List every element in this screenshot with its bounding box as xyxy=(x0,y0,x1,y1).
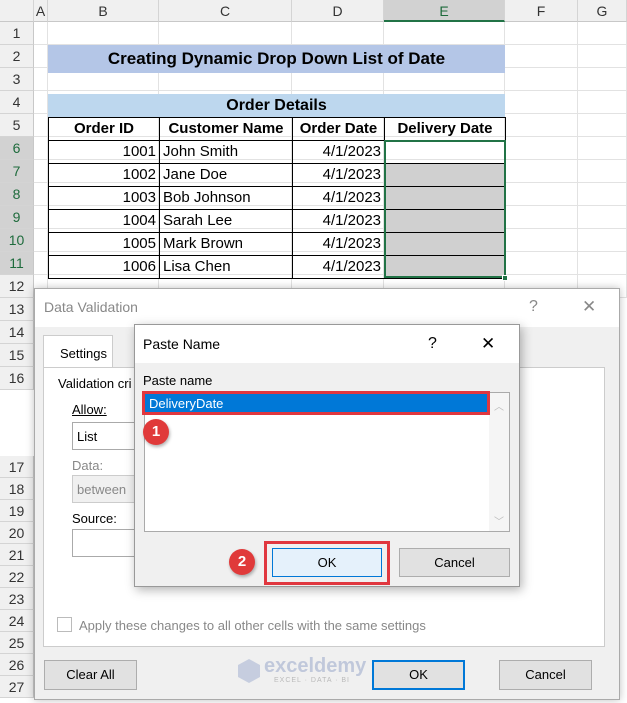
row-header-2[interactable]: 2 xyxy=(0,45,34,68)
row-header-3[interactable]: 3 xyxy=(0,68,34,91)
column-header-cell[interactable]: Order ID xyxy=(48,117,160,141)
column-header-d[interactable]: D xyxy=(292,0,384,22)
table-cell[interactable]: Bob Johnson xyxy=(159,186,293,210)
row-header-1[interactable]: 1 xyxy=(0,22,34,45)
row-header-6[interactable]: 6 xyxy=(0,137,34,160)
listbox-scrollbar[interactable]: ︿ ﹀ xyxy=(489,393,509,531)
table-cell[interactable]: 4/1/2023 xyxy=(292,163,385,187)
row-header-10[interactable]: 10 xyxy=(0,229,34,252)
table-cell[interactable]: 4/1/2023 xyxy=(292,186,385,210)
dialog-title: Data Validation xyxy=(44,299,138,315)
allow-label: Allow: xyxy=(72,402,107,417)
table-cell[interactable]: 4/1/2023 xyxy=(292,140,385,164)
tab-settings[interactable]: Settings xyxy=(43,335,113,368)
row-header-25[interactable]: 25 xyxy=(0,632,34,654)
table-cell[interactable]: 1002 xyxy=(48,163,160,187)
row-header-20[interactable]: 20 xyxy=(0,522,34,544)
row-header-4[interactable]: 4 xyxy=(0,91,34,114)
column-header-b[interactable]: B xyxy=(48,0,159,22)
select-all-corner[interactable] xyxy=(0,0,34,22)
scroll-up-icon[interactable]: ︿ xyxy=(489,398,509,413)
close-icon[interactable]: ✕ xyxy=(582,297,596,317)
row-header-21[interactable]: 21 xyxy=(0,544,34,566)
column-header-f[interactable]: F xyxy=(505,0,578,22)
grid-col xyxy=(577,22,578,288)
row-header-8[interactable]: 8 xyxy=(0,183,34,206)
step-badge-2: 2 xyxy=(229,549,255,575)
scroll-down-icon[interactable]: ﹀ xyxy=(489,513,509,528)
ok-button[interactable]: OK xyxy=(372,660,465,690)
row-header-17[interactable]: 17 xyxy=(0,456,34,478)
row-header-14[interactable]: 14 xyxy=(0,321,34,344)
row-header-23[interactable]: 23 xyxy=(0,588,34,610)
data-label: Data: xyxy=(72,458,104,473)
highlight-box-name xyxy=(142,391,490,415)
apply-all-checkbox[interactable] xyxy=(57,617,72,632)
column-header-cell[interactable]: Delivery Date xyxy=(384,117,506,141)
data-select[interactable]: between xyxy=(72,475,142,503)
selection-range xyxy=(384,140,506,278)
table-cell[interactable]: Mark Brown xyxy=(159,232,293,256)
close-icon[interactable]: ✕ xyxy=(481,334,495,354)
table-cell[interactable]: 4/1/2023 xyxy=(292,255,385,279)
cancel-button[interactable]: Cancel xyxy=(499,660,592,690)
row-header-18[interactable]: 18 xyxy=(0,478,34,500)
watermark-name: exceldemy xyxy=(264,655,367,677)
column-header-cell[interactable]: Order Date xyxy=(292,117,385,141)
table-cell[interactable]: 1006 xyxy=(48,255,160,279)
row-header-9[interactable]: 9 xyxy=(0,206,34,229)
paste-name-titlebar: Paste Name ? ✕ xyxy=(135,325,519,363)
table-cell[interactable]: Lisa Chen xyxy=(159,255,293,279)
row-header-22[interactable]: 22 xyxy=(0,566,34,588)
table-caption: Order Details xyxy=(48,94,505,117)
table-cell[interactable]: 1001 xyxy=(48,140,160,164)
row-header-16[interactable]: 16 xyxy=(0,367,34,390)
table-cell[interactable]: 4/1/2023 xyxy=(292,209,385,233)
column-header-cell[interactable]: Customer Name xyxy=(159,117,293,141)
source-input[interactable] xyxy=(72,529,142,557)
column-header-a[interactable]: A xyxy=(34,0,48,22)
paste-name-cancel-button[interactable]: Cancel xyxy=(399,548,510,577)
row-header-27[interactable]: 27 xyxy=(0,676,34,698)
validation-criteria-label: Validation cri xyxy=(58,376,132,391)
paste-name-label: Paste name xyxy=(143,373,213,388)
row-header-13[interactable]: 13 xyxy=(0,298,34,321)
help-button[interactable]: ? xyxy=(428,335,437,353)
row-header-11[interactable]: 11 xyxy=(0,252,34,275)
column-header-g[interactable]: G xyxy=(578,0,627,22)
table-cell[interactable]: 1004 xyxy=(48,209,160,233)
grid-row xyxy=(34,22,627,45)
allow-select[interactable]: List xyxy=(72,422,142,450)
row-header-26[interactable]: 26 xyxy=(0,654,34,676)
row-header-15[interactable]: 15 xyxy=(0,344,34,367)
fill-handle[interactable] xyxy=(502,275,508,281)
row-header-7[interactable]: 7 xyxy=(0,160,34,183)
paste-name-title: Paste Name xyxy=(143,336,221,352)
source-label: Source: xyxy=(72,511,117,526)
exceldemy-logo-icon xyxy=(238,659,260,683)
clear-all-button[interactable]: Clear All xyxy=(44,660,137,690)
exceldemy-watermark: exceldemy EXCEL · DATA · BI xyxy=(238,655,368,689)
row-header-5[interactable]: 5 xyxy=(0,114,34,137)
watermark-tag: EXCEL · DATA · BI xyxy=(274,677,350,684)
paste-name-dialog: Paste Name ? ✕ Paste name DeliveryDate ︿… xyxy=(134,324,520,587)
help-button[interactable]: ? xyxy=(529,298,538,316)
table-cell[interactable]: 1003 xyxy=(48,186,160,210)
apply-all-label: Apply these changes to all other cells w… xyxy=(79,618,426,633)
row-header-19[interactable]: 19 xyxy=(0,500,34,522)
table-cell[interactable]: John Smith xyxy=(159,140,293,164)
dialog-titlebar: Data Validation ? ✕ xyxy=(35,289,619,327)
row-header-24[interactable]: 24 xyxy=(0,610,34,632)
table-cell[interactable]: Jane Doe xyxy=(159,163,293,187)
table-cell[interactable]: Sarah Lee xyxy=(159,209,293,233)
highlight-box-ok xyxy=(264,541,390,585)
table-cell[interactable]: 4/1/2023 xyxy=(292,232,385,256)
sheet-title: Creating Dynamic Drop Down List of Date xyxy=(48,45,505,73)
table-cell[interactable]: 1005 xyxy=(48,232,160,256)
column-header-c[interactable]: C xyxy=(159,0,292,22)
row-header-12[interactable]: 12 xyxy=(0,275,34,298)
column-header-e[interactable]: E xyxy=(384,0,505,22)
step-badge-1: 1 xyxy=(143,419,169,445)
